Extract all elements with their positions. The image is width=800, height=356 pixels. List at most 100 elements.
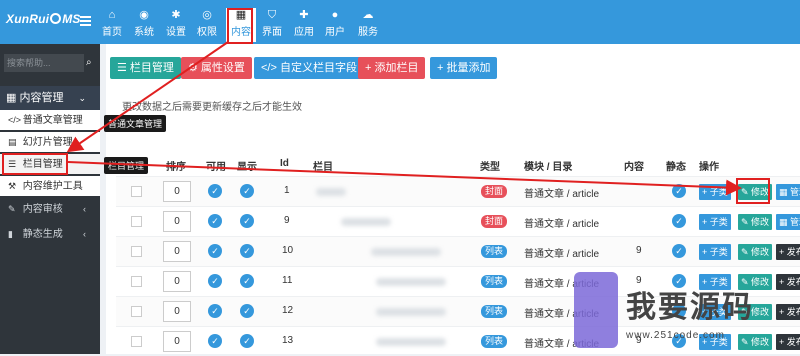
order-input[interactable]: 0 [163, 241, 191, 262]
publish-button[interactable]: + 发布 [776, 244, 800, 260]
tooltip-columns: 栏目管理 [104, 157, 149, 174]
add-column-button[interactable]: + 添加栏目 [358, 57, 426, 79]
edit-button[interactable]: ✎ 修改 [738, 214, 773, 230]
table-row: 0 ✓ ✓ 10 列表 普通文章 / article 9 ✓ + 子类 ✎ 修改… [116, 236, 800, 266]
check-circle-icon[interactable]: ✓ [240, 274, 254, 288]
column-name-blurred [376, 278, 446, 286]
brand-logo[interactable]: XunRui MS [6, 12, 81, 26]
column-name-blurred [376, 308, 446, 316]
nav-system[interactable]: ◉ 系统 [129, 8, 159, 38]
row-checkbox[interactable] [131, 336, 142, 347]
check-circle-icon[interactable]: ✓ [240, 304, 254, 318]
row-id: 10 [282, 245, 294, 256]
order-input[interactable]: 0 [163, 271, 191, 292]
search-icon[interactable]: ⌕ [86, 57, 92, 68]
type-badge: 列表 [481, 305, 508, 318]
th-large-icon: ▦ [6, 92, 20, 104]
row-checkbox[interactable] [131, 216, 142, 227]
col-module: 模块 / 目录 [524, 162, 573, 173]
brand-text-post: MS [62, 12, 81, 26]
watermark-url: www.251code.com [626, 330, 725, 341]
list-alt-icon: ▤ [8, 137, 17, 147]
row-id: 12 [282, 305, 294, 316]
nav-interface[interactable]: ⛉ 界面 [257, 8, 287, 38]
watermark-text: 我要源码 [626, 290, 754, 325]
edit-icon: ✎ [8, 204, 16, 214]
sidebar-item-maintenance[interactable]: ⚒ 内容维护工具 [0, 176, 100, 196]
row-checkbox[interactable] [131, 306, 142, 317]
check-circle-icon[interactable]: ✓ [208, 214, 222, 228]
table-row: 0 ✓ ✓ 1 封面 普通文章 / article ✓ + 子类 ✎ 修改 ▦ … [116, 176, 800, 206]
check-circle-icon[interactable]: ✓ [672, 244, 686, 258]
cogs-icon: ✱ [171, 9, 181, 21]
manage-button[interactable]: ▦ 管理 [776, 214, 800, 230]
row-checkbox[interactable] [131, 246, 142, 257]
nav-services[interactable]: ☁ 服务 [353, 8, 383, 38]
check-circle-icon[interactable]: ✓ [240, 244, 254, 258]
row-module: 普通文章 / article [524, 249, 600, 260]
col-order[interactable]: 排序 [166, 158, 186, 173]
column-manage-button[interactable]: ☰ 栏目管理 [110, 57, 181, 79]
user-icon: ● [331, 9, 339, 21]
row-id: 13 [282, 335, 294, 346]
nav-permission[interactable]: ◎ 权限 [192, 8, 222, 38]
nav-home[interactable]: ⌂ 首页 [97, 8, 127, 38]
file-icon: ▮ [8, 229, 13, 239]
col-id[interactable]: Id [280, 158, 289, 169]
type-badge: 封面 [481, 215, 508, 228]
sidebar-item-article[interactable]: </> 普通文章管理 [0, 110, 100, 130]
highlight-box-nav-content [227, 8, 253, 44]
sidebar-section-content[interactable]: ▦ 内容管理 ⌄ [0, 86, 100, 110]
nav-settings[interactable]: ✱ 设置 [161, 8, 191, 38]
check-circle-icon[interactable]: ✓ [208, 304, 222, 318]
check-circle-icon[interactable]: ✓ [672, 184, 686, 198]
check-circle-icon[interactable]: ✓ [240, 214, 254, 228]
row-module: 普通文章 / article [524, 219, 600, 230]
check-circle-icon[interactable]: ✓ [208, 334, 222, 348]
check-circle-icon[interactable]: ✓ [672, 214, 686, 228]
check-circle-icon[interactable]: ✓ [240, 334, 254, 348]
add-child-button[interactable]: + 子类 [699, 184, 731, 200]
row-id: 1 [284, 185, 290, 196]
edit-button[interactable]: ✎ 修改 [738, 244, 773, 260]
watermark: 我要源码 www.251code.com [574, 272, 800, 354]
sidebar-item-review[interactable]: ✎ 内容审核 ‹ [0, 199, 100, 219]
col-static: 静态 [666, 162, 686, 173]
type-badge: 列表 [481, 275, 508, 288]
column-name-blurred [316, 188, 346, 196]
add-child-button[interactable]: + 子类 [699, 214, 731, 230]
menu-toggle-icon[interactable] [80, 16, 91, 28]
type-badge: 封面 [481, 185, 508, 198]
sidebar-item-static[interactable]: ▮ 静态生成 ‹ [0, 224, 100, 244]
top-navbar: XunRui MS ⌂ 首页 ◉ 系统 ✱ 设置 ◎ 权限 ▦ 内容 ⛉ 界面 ✚ 应用 ● 用户… [0, 0, 800, 44]
brand-text-pre: XunRui [6, 12, 50, 26]
col-usable: 可用 [206, 162, 226, 173]
col-show: 显示 [237, 162, 257, 173]
row-checkbox[interactable] [131, 186, 142, 197]
table-row: 0 ✓ ✓ 9 封面 普通文章 / article ✓ + 子类 ✎ 修改 ▦ … [116, 206, 800, 236]
attr-settings-button[interactable]: ⚙ 属性设置 [181, 57, 252, 79]
col-content: 内容 [624, 162, 644, 173]
nav-users[interactable]: ● 用户 [320, 8, 350, 38]
row-checkbox[interactable] [131, 276, 142, 287]
sidebar-item-slides[interactable]: ▤ 幻灯片管理 [0, 132, 100, 152]
order-input[interactable]: 0 [163, 301, 191, 322]
check-circle-icon[interactable]: ✓ [208, 184, 222, 198]
check-circle-icon[interactable]: ✓ [240, 184, 254, 198]
custom-fields-button[interactable]: </> 自定义栏目字段 [254, 57, 364, 79]
order-input[interactable]: 0 [163, 331, 191, 352]
code-icon: </> [8, 115, 22, 125]
order-input[interactable]: 0 [163, 181, 191, 202]
search-input[interactable]: 搜索帮助... [4, 54, 84, 72]
check-circle-icon[interactable]: ✓ [208, 274, 222, 288]
order-input[interactable]: 0 [163, 211, 191, 232]
chevron-left-icon: ‹ [83, 204, 86, 214]
add-child-button[interactable]: + 子类 [699, 244, 731, 260]
row-id: 9 [284, 215, 290, 226]
batch-add-button[interactable]: + 批量添加 [430, 57, 498, 79]
chevron-left-icon: ‹ [83, 229, 86, 239]
nav-apps[interactable]: ✚ 应用 [289, 8, 319, 38]
check-circle-icon[interactable]: ✓ [208, 244, 222, 258]
manage-button[interactable]: ▦ 管理 [776, 184, 800, 200]
watermark-logo-icon [574, 272, 618, 348]
